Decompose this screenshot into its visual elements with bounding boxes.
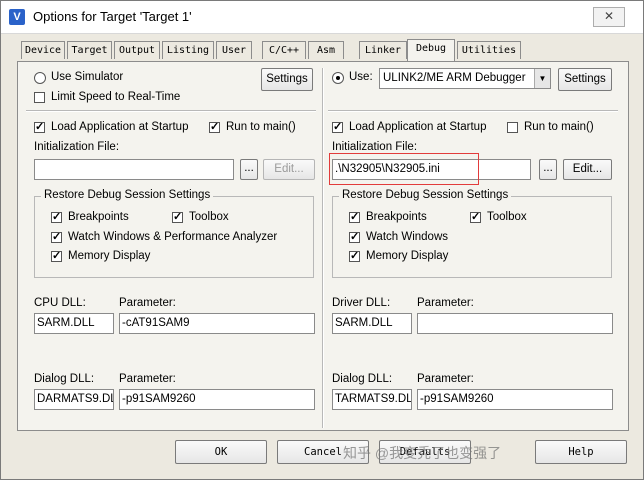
cpu-dll-label: CPU DLL: — [34, 297, 86, 309]
driver-parameter-label: Parameter: — [417, 297, 474, 309]
left-load-app-label: Load Application at Startup — [51, 121, 189, 133]
driver-dll-input[interactable]: SARM.DLL — [332, 313, 412, 334]
ok-button[interactable]: OK — [175, 440, 267, 464]
debugger-select[interactable]: ULINK2/ME ARM Debugger ▼ — [379, 68, 551, 89]
left-separator — [26, 110, 316, 112]
right-load-app-checkbox[interactable] — [332, 120, 343, 133]
left-toolbox-label: Toolbox — [189, 211, 229, 223]
tab-c-cpp[interactable]: C/C++ — [262, 41, 306, 59]
options-dialog: V Options for Target 'Target 1' ✕ Device… — [0, 0, 644, 480]
left-breakpoints-label: Breakpoints — [68, 211, 129, 223]
left-init-file-label: Initialization File: — [34, 141, 120, 153]
driver-dll-label: Driver DLL: — [332, 297, 391, 309]
debug-page: Use Simulator Limit Speed to Real-Time S… — [17, 61, 629, 431]
left-watch-windows-label: Watch Windows & Performance Analyzer — [68, 231, 278, 243]
chevron-down-icon: ▼ — [534, 69, 550, 88]
help-button[interactable]: Help — [535, 440, 627, 464]
right-watch-windows-label: Watch Windows — [366, 231, 449, 243]
tab-target[interactable]: Target — [67, 41, 112, 59]
right-dialog-dll-input[interactable]: TARMATS9.DLL — [332, 389, 412, 410]
limit-speed-label: Limit Speed to Real-Time — [51, 91, 181, 103]
right-restore-title: Restore Debug Session Settings — [339, 189, 512, 201]
left-dialog-parameter-input[interactable]: -p91SAM9260 — [119, 389, 315, 410]
right-browse-button[interactable]: ... — [539, 159, 557, 180]
tab-device[interactable]: Device — [21, 41, 65, 59]
window-title: Options for Target 'Target 1' — [33, 9, 192, 24]
debugger-settings-button[interactable]: Settings — [558, 68, 612, 91]
right-init-file-label: Initialization File: — [332, 141, 418, 153]
right-memory-display-label: Memory Display — [366, 250, 449, 262]
close-button[interactable]: ✕ — [593, 7, 625, 27]
left-browse-button[interactable]: ... — [240, 159, 258, 180]
right-load-app-label: Load Application at Startup — [349, 121, 487, 133]
debugger-column: Use: ULINK2/ME ARM Debugger ▼ Settings L… — [324, 62, 628, 430]
right-run-to-main-checkbox[interactable] — [507, 122, 518, 133]
tab-asm[interactable]: Asm — [308, 41, 344, 59]
debugger-select-value: ULINK2/ME ARM Debugger — [383, 72, 526, 84]
right-dialog-parameter-label: Parameter: — [417, 373, 474, 385]
simulator-settings-button[interactable]: Settings — [261, 68, 313, 91]
right-run-to-main-label: Run to main() — [524, 121, 594, 133]
tab-linker[interactable]: Linker — [359, 41, 407, 59]
cpu-parameter-label: Parameter: — [119, 297, 176, 309]
cpu-parameter-input[interactable]: -cAT91SAM9 — [119, 313, 315, 334]
annotation-highlight-box — [329, 153, 479, 185]
left-memory-display-label: Memory Display — [68, 250, 151, 262]
right-toolbox-checkbox[interactable] — [470, 210, 481, 223]
title-bar[interactable]: V Options for Target 'Target 1' ✕ — [1, 1, 643, 34]
use-debugger-radio[interactable] — [332, 72, 344, 84]
use-label: Use: — [349, 71, 373, 83]
left-memory-display-checkbox[interactable] — [51, 249, 62, 262]
left-load-app-checkbox[interactable] — [34, 120, 45, 133]
right-separator — [328, 110, 618, 112]
use-simulator-label: Use Simulator — [51, 71, 124, 83]
cpu-dll-input[interactable]: SARM.DLL — [34, 313, 114, 334]
right-breakpoints-checkbox[interactable] — [349, 210, 360, 223]
right-dialog-parameter-input[interactable]: -p91SAM9260 — [417, 389, 613, 410]
right-breakpoints-label: Breakpoints — [366, 211, 427, 223]
use-simulator-radio[interactable] — [34, 72, 46, 84]
right-memory-display-checkbox[interactable] — [349, 249, 360, 262]
right-toolbox-label: Toolbox — [487, 211, 527, 223]
left-edit-button[interactable]: Edit... — [263, 159, 315, 180]
tab-output[interactable]: Output — [114, 41, 160, 59]
left-run-to-main-checkbox[interactable] — [209, 120, 220, 133]
close-icon: ✕ — [603, 9, 615, 23]
left-init-file-input[interactable] — [34, 159, 234, 180]
left-dialog-parameter-label: Parameter: — [119, 373, 176, 385]
tab-listing[interactable]: Listing — [162, 41, 214, 59]
tab-utilities[interactable]: Utilities — [457, 41, 521, 59]
left-dialog-dll-label: Dialog DLL: — [34, 373, 95, 385]
keil-app-icon: V — [9, 9, 25, 25]
left-dialog-dll-input[interactable]: DARMATS9.DLL — [34, 389, 114, 410]
limit-speed-checkbox[interactable] — [34, 92, 45, 103]
left-restore-title: Restore Debug Session Settings — [41, 189, 214, 201]
right-watch-windows-checkbox[interactable] — [349, 230, 360, 243]
left-run-to-main-label: Run to main() — [226, 121, 296, 133]
watermark: 知乎 @我变秃了也变强了 — [343, 445, 502, 461]
tab-user[interactable]: User — [216, 41, 252, 59]
left-restore-group: Restore Debug Session Settings Breakpoin… — [34, 189, 314, 278]
driver-parameter-input[interactable] — [417, 313, 613, 334]
tab-debug[interactable]: Debug — [407, 39, 455, 61]
right-restore-group: Restore Debug Session Settings Breakpoin… — [332, 189, 612, 278]
simulator-column: Use Simulator Limit Speed to Real-Time S… — [18, 62, 322, 430]
right-edit-button[interactable]: Edit... — [563, 159, 612, 180]
left-toolbox-checkbox[interactable] — [172, 210, 183, 223]
right-dialog-dll-label: Dialog DLL: — [332, 373, 393, 385]
left-breakpoints-checkbox[interactable] — [51, 210, 62, 223]
left-watch-windows-checkbox[interactable] — [51, 230, 62, 243]
